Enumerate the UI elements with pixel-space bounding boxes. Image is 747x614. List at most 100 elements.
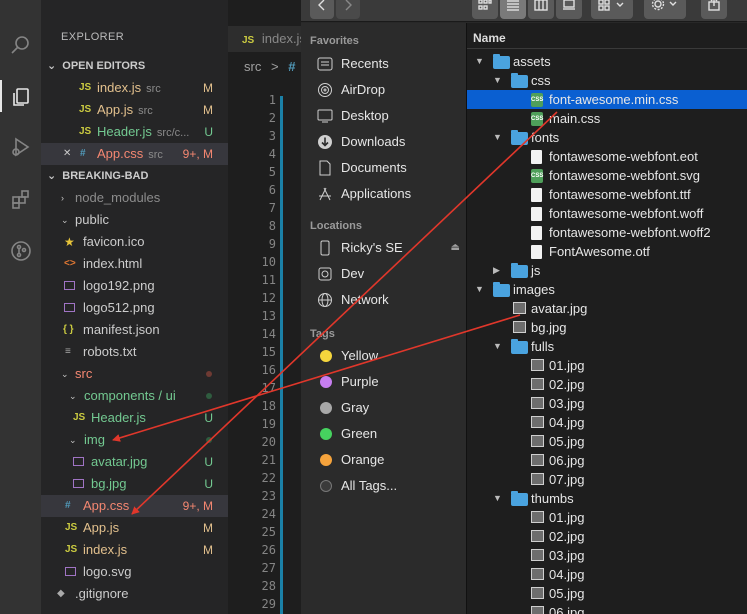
tree-file[interactable]: logo192.png [41, 275, 228, 297]
file-row[interactable]: FontAwesome.otf [467, 242, 747, 261]
file-row[interactable]: bg.jpg [467, 318, 747, 337]
file-row[interactable]: CSS main.css [467, 109, 747, 128]
close-icon[interactable]: ✕ [63, 143, 71, 165]
extensions-icon[interactable] [4, 182, 37, 215]
disclosure-open-icon[interactable]: ▼ [475, 52, 484, 71]
folder-row[interactable]: ▼ images [467, 280, 747, 299]
file-row[interactable]: CSS font-awesome.min.css [467, 90, 747, 109]
line-number: 23 [261, 489, 276, 503]
file-row[interactable]: 05.jpg [467, 584, 747, 603]
folder-row[interactable]: ▼ assets [467, 52, 747, 71]
project-section[interactable]: ⌄ BREAKING-BAD [41, 165, 228, 187]
file-name: 05.jpg [549, 586, 585, 601]
tree-file[interactable]: logo.svg [41, 561, 228, 583]
group-by-button[interactable] [591, 0, 633, 19]
document-icon [317, 160, 333, 176]
file-row[interactable]: avatar.jpg [467, 299, 747, 318]
gallery-view-button[interactable] [556, 0, 582, 19]
line-number-gutter: 1 2 3 4 5 6 7 8 9 10 11 12 13 14 15 16 17 18 19 20 21 22 23 24 2… [228, 91, 276, 613]
tree-folder[interactable]: ⌄ components / ui [41, 385, 228, 407]
file-row[interactable]: fontawesome-webfont.ttf [467, 185, 747, 204]
run-debug-icon[interactable] [4, 130, 37, 163]
locations-heading: Locations [310, 220, 362, 232]
file-row[interactable]: 05.jpg [467, 432, 747, 451]
file-row[interactable]: 02.jpg [467, 527, 747, 546]
folder-row[interactable]: ▼ fonts [467, 128, 747, 147]
source-control-icon[interactable] [4, 234, 37, 267]
tree-label: App.js [83, 520, 120, 535]
line-number: 8 [268, 219, 276, 233]
file-row[interactable]: 03.jpg [467, 394, 747, 413]
tree-file[interactable]: ◆ .gitignore [41, 583, 228, 605]
file-row[interactable]: 04.jpg [467, 413, 747, 432]
tree-file[interactable]: JS Header.js U [41, 407, 228, 429]
file-name: FontAwesome.otf [549, 244, 650, 259]
open-editors-section[interactable]: ⌄ OPEN EDITORS [41, 55, 228, 77]
disclosure-open-icon[interactable]: ▼ [493, 337, 502, 356]
file-row[interactable]: 01.jpg [467, 508, 747, 527]
file-row[interactable]: CSS fontawesome-webfont.svg [467, 166, 747, 185]
folder-icon [493, 282, 510, 297]
tree-folder[interactable]: ⌄ src [41, 363, 228, 385]
tree-label: src [75, 366, 93, 381]
folder-row[interactable]: ▼ fulls [467, 337, 747, 356]
disclosure-closed-icon[interactable]: ▶ [493, 261, 500, 280]
disclosure-open-icon[interactable]: ▼ [475, 280, 484, 299]
disclosure-open-icon[interactable]: ▼ [493, 128, 502, 147]
file-row[interactable]: fontawesome-webfont.eot [467, 147, 747, 166]
tree-file[interactable]: { } manifest.json [41, 319, 228, 341]
open-editor-item[interactable]: JS App.js src M [41, 99, 228, 121]
tree-file[interactable]: ≡ robots.txt [41, 341, 228, 363]
tree-file[interactable]: ★ favicon.ico [41, 231, 228, 253]
name-column-header[interactable]: Name [467, 27, 747, 49]
action-gear-button[interactable] [644, 0, 686, 19]
eject-icon[interactable]: ⏏ [451, 237, 460, 259]
tree-file[interactable]: JS App.js M [41, 517, 228, 539]
back-button[interactable] [310, 0, 334, 19]
forward-button[interactable] [336, 0, 360, 19]
file-row[interactable]: 04.jpg [467, 565, 747, 584]
tree-file[interactable]: logo512.png [41, 297, 228, 319]
folder-row[interactable]: ▶ js [467, 261, 747, 280]
line-number: 25 [261, 525, 276, 539]
file-row[interactable]: 01.jpg [467, 356, 747, 375]
share-button[interactable] [701, 0, 727, 19]
open-editor-item[interactable]: JS Header.js src/c... U [41, 121, 228, 143]
tree-file[interactable]: bg.jpg U [41, 473, 228, 495]
search-icon[interactable] [4, 28, 37, 61]
explorer-files-icon[interactable] [4, 80, 37, 113]
file-row[interactable]: 06.jpg [467, 451, 747, 470]
disclosure-open-icon[interactable]: ▼ [493, 489, 502, 508]
sidebar-item-label: Desktop [341, 108, 389, 123]
tree-file[interactable]: <> index.html [41, 253, 228, 275]
column-view-button[interactable] [528, 0, 554, 19]
file-row[interactable]: 06.jpg [467, 603, 747, 614]
open-editor-item[interactable]: ✕ # App.css src 9+, M [41, 143, 228, 165]
breadcrumb-item[interactable]: src [244, 59, 261, 74]
file-row[interactable]: fontawesome-webfont.woff2 [467, 223, 747, 242]
tree-folder[interactable]: ⌄ public [41, 209, 228, 231]
tree-label: logo192.png [83, 278, 155, 293]
tree-file[interactable]: # App.css 9+, M [41, 495, 228, 517]
css-file-icon: # [80, 148, 86, 159]
chevron-down-icon: ⌄ [61, 215, 69, 225]
tree-folder[interactable]: › node_modules [41, 187, 228, 209]
list-view-button[interactable] [500, 0, 526, 19]
image-file-icon [73, 479, 84, 488]
file-row[interactable]: 03.jpg [467, 546, 747, 565]
folder-row[interactable]: ▼ thumbs [467, 489, 747, 508]
folder-row[interactable]: ▼ css [467, 71, 747, 90]
tree-folder[interactable]: ⌄ img [41, 429, 228, 451]
file-row[interactable]: 07.jpg [467, 470, 747, 489]
icon-view-button[interactable] [472, 0, 498, 19]
tree-file[interactable]: JS index.js M [41, 539, 228, 561]
file-row[interactable]: fontawesome-webfont.woff [467, 204, 747, 223]
html-file-icon: <> [64, 258, 76, 269]
sidebar-item-device[interactable]: Ricky's SE ⏏ [317, 237, 460, 259]
line-number: 26 [261, 543, 276, 557]
open-editor-item[interactable]: JS index.js src M [41, 77, 228, 99]
disclosure-open-icon[interactable]: ▼ [493, 71, 502, 90]
file-row[interactable]: 02.jpg [467, 375, 747, 394]
tree-file[interactable]: avatar.jpg U [41, 451, 228, 473]
editor-tab[interactable]: JS index.js [228, 26, 301, 52]
